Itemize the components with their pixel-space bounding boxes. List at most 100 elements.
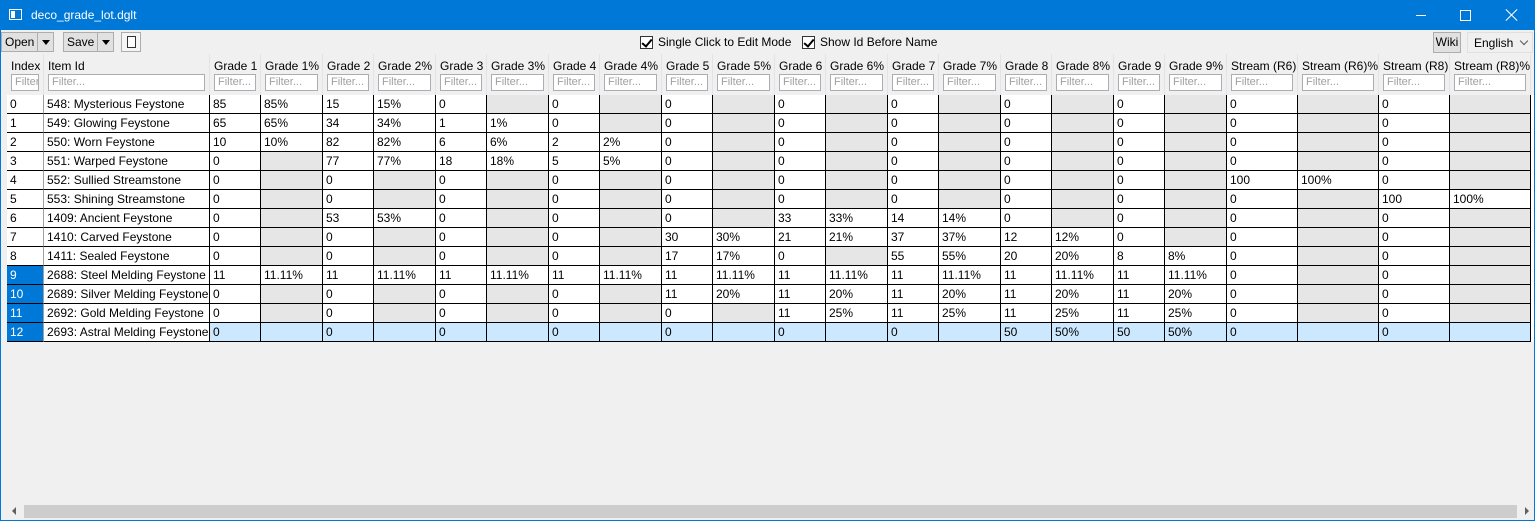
data-cell-grade-5[interactable]: 11: [662, 266, 713, 285]
data-cell-grade-5[interactable]: 30: [662, 228, 713, 247]
data-cell-grade-5-pct[interactable]: [713, 114, 775, 133]
table-row[interactable]: 5 553: Shining Streamstone 0 0 0 0 0 0 0 0 0 0 100 10…: [7, 190, 1534, 209]
data-cell-grade-2[interactable]: 0: [323, 171, 374, 190]
data-cell-grade-7-pct[interactable]: [939, 133, 1001, 152]
data-cell-grade-7[interactable]: 11: [888, 266, 939, 285]
data-cell-grade-2-pct[interactable]: 15%: [374, 95, 436, 114]
column-header-grade-8-pct[interactable]: Grade 8% Filter...: [1052, 54, 1114, 95]
filter-input[interactable]: Filter...: [830, 74, 883, 91]
data-cell-grade-8[interactable]: 50: [1001, 323, 1052, 342]
table-row[interactable]: 1 549: Glowing Feystone 65 65% 34 34% 1 1% 0 0 0 0 0…: [7, 114, 1534, 133]
data-cell-grade-2[interactable]: 77: [323, 152, 374, 171]
data-cell-grade-6[interactable]: 21: [775, 228, 826, 247]
data-cell-grade-5-pct[interactable]: [713, 304, 775, 323]
data-cell-grade-1-pct[interactable]: [261, 209, 323, 228]
filter-input[interactable]: Filter...: [1302, 74, 1374, 91]
data-cell-grade-3-pct[interactable]: [487, 247, 549, 266]
data-cell-grade-9[interactable]: 11: [1114, 304, 1165, 323]
filter-input[interactable]: Filter...: [666, 74, 708, 91]
data-cell-grade-6-pct[interactable]: 33%: [826, 209, 888, 228]
data-cell-grade-4[interactable]: 0: [549, 171, 600, 190]
filter-input[interactable]: Filter...: [265, 74, 318, 91]
data-cell-grade-8-pct[interactable]: [1052, 152, 1114, 171]
data-cell-grade-2-pct[interactable]: [374, 171, 436, 190]
data-cell-grade-3-pct[interactable]: 11.11%: [487, 266, 549, 285]
data-cell-stream-r8-pct[interactable]: [1450, 247, 1531, 266]
row-index-cell[interactable]: 7: [7, 228, 44, 247]
open-button[interactable]: Open: [2, 33, 39, 51]
data-cell-grade-9-pct[interactable]: 50%: [1165, 323, 1227, 342]
data-cell-grade-8[interactable]: 0: [1001, 209, 1052, 228]
data-cell-grade-2[interactable]: 11: [323, 266, 374, 285]
filter-input[interactable]: Filter...: [11, 74, 39, 91]
data-cell-grade-4-pct[interactable]: 5%: [600, 152, 662, 171]
data-cell-grade-2-pct[interactable]: 53%: [374, 209, 436, 228]
data-cell-grade-3[interactable]: 1: [436, 114, 487, 133]
data-cell-grade-3[interactable]: 0: [436, 247, 487, 266]
data-cell-grade-6[interactable]: 0: [775, 152, 826, 171]
data-cell-grade-6[interactable]: 0: [775, 114, 826, 133]
data-cell-grade-6-pct[interactable]: [826, 323, 888, 342]
column-header-grade-4[interactable]: Grade 4 Filter...: [549, 54, 600, 95]
column-header-grade-8[interactable]: Grade 8 Filter...: [1001, 54, 1052, 95]
table-row[interactable]: 9 2688: Steel Melding Feystone 11 11.11% 11 1…: [7, 266, 1534, 285]
item-id-cell[interactable]: 1410: Carved Feystone: [44, 228, 210, 247]
data-cell-grade-7-pct[interactable]: [939, 323, 1001, 342]
column-header-grade-9-pct[interactable]: Grade 9% Filter...: [1165, 54, 1227, 95]
data-cell-grade-6-pct[interactable]: 11.11%: [826, 266, 888, 285]
item-id-cell[interactable]: 1411: Sealed Feystone: [44, 247, 210, 266]
data-cell-grade-3-pct[interactable]: [487, 95, 549, 114]
data-cell-grade-7[interactable]: 0: [888, 323, 939, 342]
data-cell-grade-5[interactable]: 0: [662, 171, 713, 190]
data-cell-grade-4-pct[interactable]: [600, 190, 662, 209]
data-cell-grade-9-pct[interactable]: [1165, 190, 1227, 209]
data-cell-stream-r8[interactable]: 0: [1379, 152, 1450, 171]
data-cell-grade-2-pct[interactable]: 34%: [374, 114, 436, 133]
item-id-cell[interactable]: 2688: Steel Melding Feystone: [44, 266, 210, 285]
data-cell-grade-8[interactable]: 11: [1001, 266, 1052, 285]
row-index-cell[interactable]: 4: [7, 171, 44, 190]
data-cell-grade-2-pct[interactable]: 82%: [374, 133, 436, 152]
data-cell-grade-9[interactable]: 8: [1114, 247, 1165, 266]
data-cell-grade-4[interactable]: 5: [549, 152, 600, 171]
data-cell-stream-r6[interactable]: 0: [1227, 152, 1298, 171]
table-row[interactable]: 11 2692: Gold Melding Feystone 0 0 0 0 0 11 25% 1…: [7, 304, 1534, 323]
data-cell-grade-7[interactable]: 0: [888, 95, 939, 114]
data-cell-grade-9[interactable]: 0: [1114, 190, 1165, 209]
data-cell-grade-9[interactable]: 0: [1114, 133, 1165, 152]
data-cell-grade-2[interactable]: 0: [323, 285, 374, 304]
data-cell-grade-6-pct[interactable]: [826, 133, 888, 152]
item-id-cell[interactable]: 552: Sullied Streamstone: [44, 171, 210, 190]
data-cell-grade-4[interactable]: 2: [549, 133, 600, 152]
data-cell-grade-8-pct[interactable]: [1052, 95, 1114, 114]
data-cell-grade-2-pct[interactable]: [374, 228, 436, 247]
data-cell-grade-1-pct[interactable]: [261, 171, 323, 190]
data-cell-grade-7-pct[interactable]: [939, 152, 1001, 171]
data-cell-grade-5-pct[interactable]: [713, 190, 775, 209]
data-cell-grade-1[interactable]: 0: [210, 323, 261, 342]
data-cell-grade-8[interactable]: 0: [1001, 114, 1052, 133]
data-cell-stream-r8-pct[interactable]: [1450, 114, 1531, 133]
item-id-cell[interactable]: 2689: Silver Melding Feystone: [44, 285, 210, 304]
data-cell-stream-r8[interactable]: 0: [1379, 95, 1450, 114]
data-cell-grade-1-pct[interactable]: 85%: [261, 95, 323, 114]
filter-input[interactable]: Filter...: [943, 74, 996, 91]
data-cell-grade-6-pct[interactable]: [826, 114, 888, 133]
column-header-grade-5-pct[interactable]: Grade 5% Filter...: [713, 54, 775, 95]
data-cell-grade-3-pct[interactable]: 18%: [487, 152, 549, 171]
data-cell-grade-1-pct[interactable]: [261, 285, 323, 304]
filter-input[interactable]: Filter...: [1169, 74, 1222, 91]
data-cell-grade-3[interactable]: 0: [436, 323, 487, 342]
item-id-cell[interactable]: 549: Glowing Feystone: [44, 114, 210, 133]
data-cell-grade-2[interactable]: 0: [323, 247, 374, 266]
data-cell-stream-r8-pct[interactable]: 100%: [1450, 190, 1531, 209]
scrollbar-thumb[interactable]: [24, 505, 1517, 518]
data-cell-grade-2[interactable]: 82: [323, 133, 374, 152]
language-select[interactable]: English: [1467, 32, 1533, 53]
data-cell-grade-6[interactable]: 0: [775, 247, 826, 266]
table-row[interactable]: 7 1410: Carved Feystone 0 0 0 0 30 30% 21 21% 37 37…: [7, 228, 1534, 247]
open-dropdown-button[interactable]: [38, 33, 53, 51]
horizontal-scrollbar[interactable]: [7, 503, 1534, 520]
data-cell-grade-7[interactable]: 0: [888, 152, 939, 171]
data-cell-grade-3-pct[interactable]: [487, 209, 549, 228]
